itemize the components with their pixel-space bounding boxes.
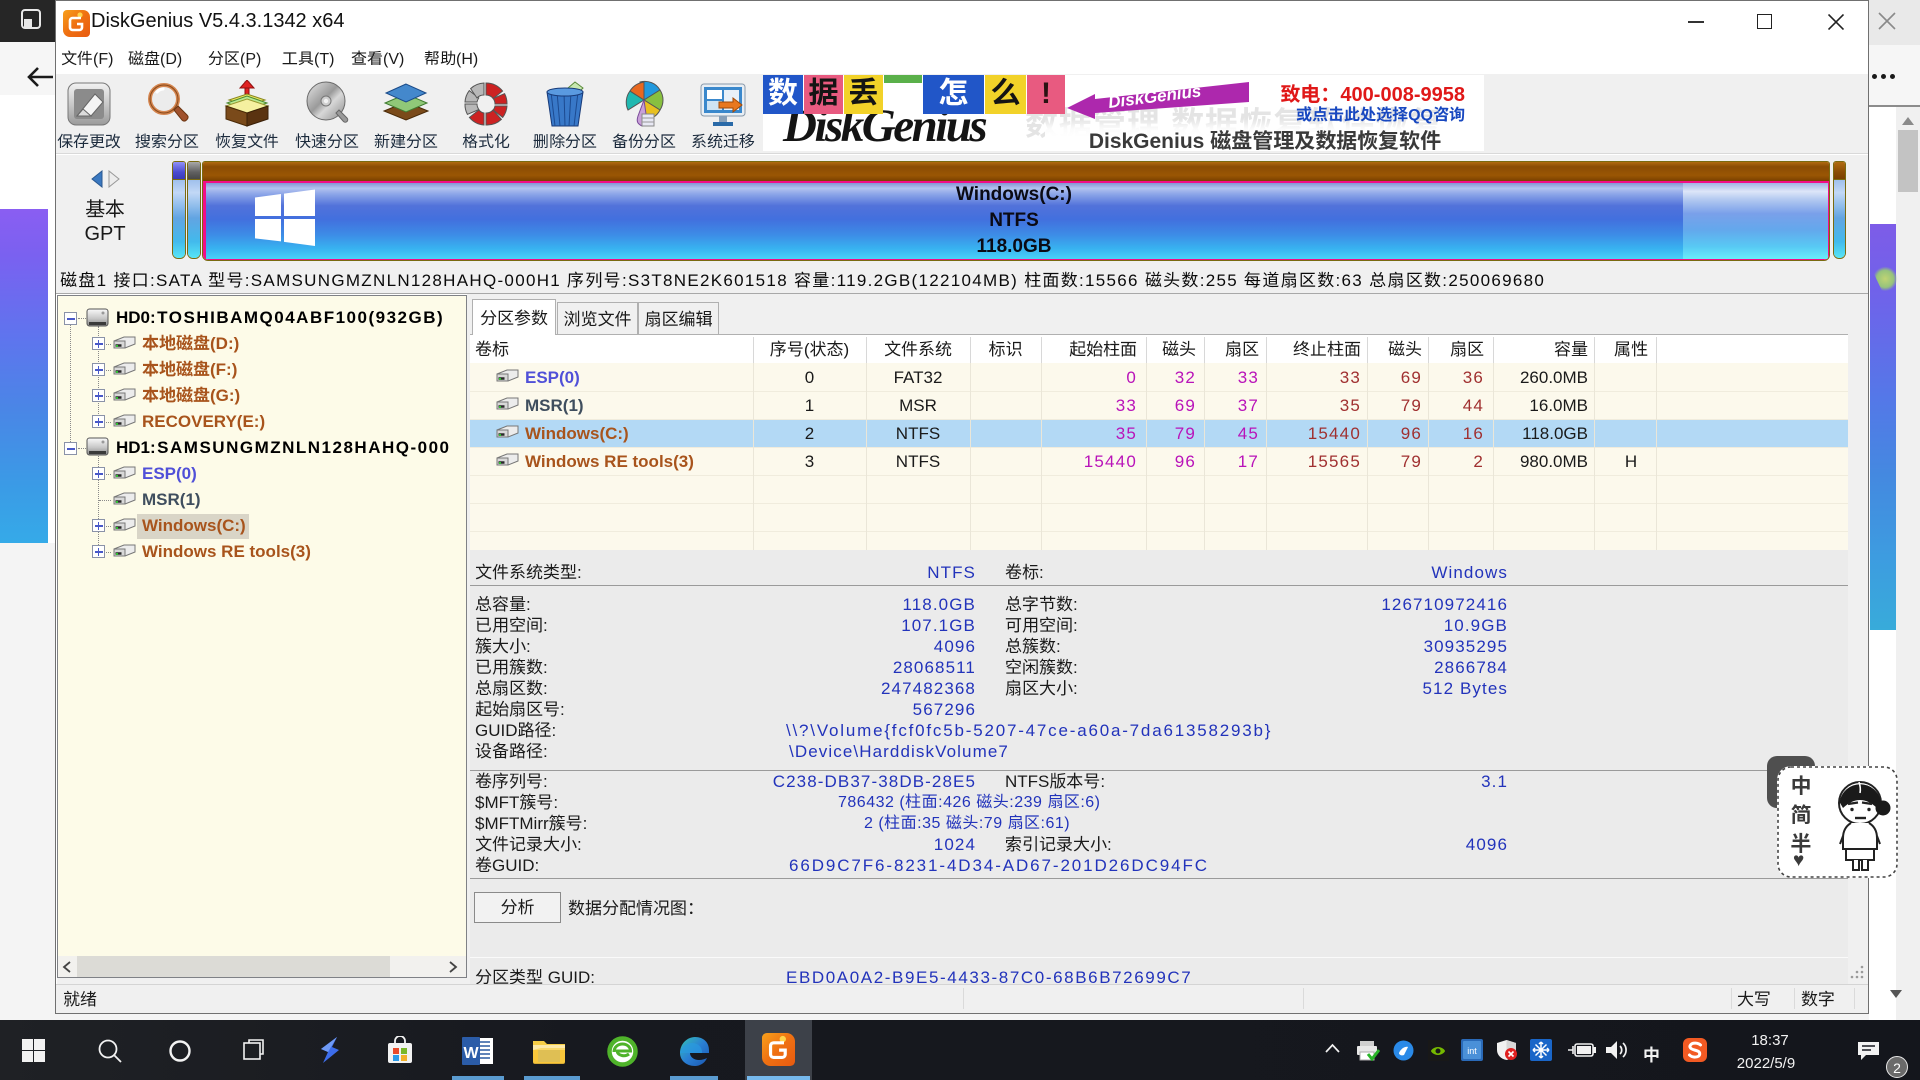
svg-text:int: int	[1467, 1046, 1477, 1056]
svg-text:W: W	[463, 1045, 479, 1062]
